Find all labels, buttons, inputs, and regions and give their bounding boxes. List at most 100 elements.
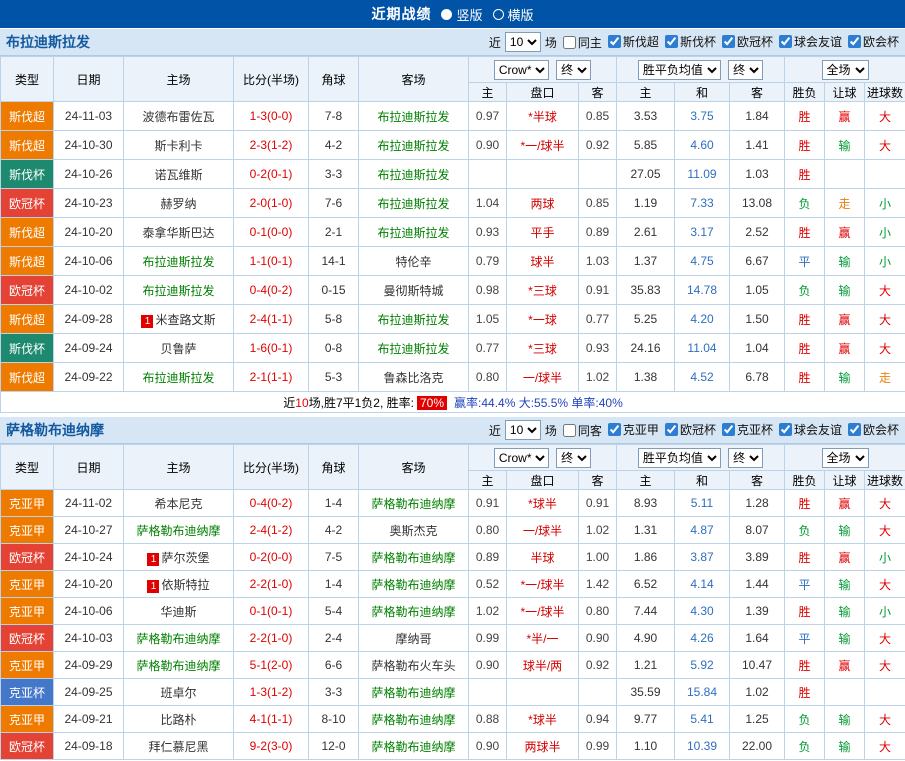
avg-final-select[interactable]: 终	[728, 60, 763, 80]
corners-cell: 12-0	[309, 733, 359, 760]
avg-home-cell: 1.31	[617, 517, 675, 544]
result-goals-cell: 大	[865, 102, 905, 131]
result-handicap-cell	[825, 679, 865, 706]
subcol-avg-away: 客	[730, 83, 785, 102]
avg-home-cell: 2.61	[617, 218, 675, 247]
scope-select[interactable]: 全场	[822, 60, 869, 80]
avg-away-cell: 13.08	[730, 189, 785, 218]
league-filter-checkbox[interactable]: 克亚甲	[608, 421, 659, 438]
league-checkbox-label: 欧会杯	[863, 33, 899, 50]
league-checkbox-input[interactable]	[848, 423, 861, 436]
odds-away-cell: 0.94	[579, 706, 617, 733]
match-row: 斯伐杯24-09-24贝鲁萨1-6(0-1)0-8布拉迪斯拉发0.77*三球0.…	[1, 334, 905, 363]
corners-cell: 0-8	[309, 334, 359, 363]
win-rate-badge: 70%	[417, 396, 447, 410]
same-venue-checkbox[interactable]: 同主	[563, 34, 602, 51]
team-name: 拜仁慕尼黑	[148, 740, 208, 754]
match-type-badge: 斯伐超	[1, 218, 54, 247]
score-cell: 2-1(1-1)	[234, 363, 309, 392]
team-name: 奥斯杰克	[389, 524, 437, 538]
avg-draw-cell: 11.09	[675, 160, 730, 189]
focus-team-name: 布拉迪斯拉发	[377, 168, 449, 182]
result-handicap-cell: 赢	[825, 544, 865, 571]
handicap-cell: *一/球半	[507, 571, 579, 598]
team-name: 华迪斯	[160, 605, 196, 619]
avg-final-select[interactable]: 终	[728, 448, 763, 468]
result-handicap-cell: 赢	[825, 218, 865, 247]
odds-away-cell: 0.77	[579, 305, 617, 334]
odds-company-select[interactable]: Crow*	[494, 448, 549, 468]
away-team-cell: 布拉迪斯拉发	[359, 189, 469, 218]
red-card-badge: 1	[147, 580, 159, 593]
match-count-select[interactable]: 10	[505, 420, 541, 440]
avg-draw-cell: 4.14	[675, 571, 730, 598]
odds-final-select[interactable]: 终	[556, 448, 591, 468]
result-handicap-cell: 赢	[825, 652, 865, 679]
match-type-badge: 斯伐杯	[1, 334, 54, 363]
odds-away-cell	[579, 160, 617, 189]
league-filter-checkbox[interactable]: 球会友谊	[779, 421, 842, 438]
match-count-select[interactable]: 10	[505, 32, 541, 52]
team-name: 1米查路文斯	[141, 313, 215, 327]
avg-home-cell: 1.19	[617, 189, 675, 218]
team-name: 摩纳哥	[395, 632, 431, 646]
league-checkbox-input[interactable]	[779, 35, 792, 48]
layout-radio-vertical[interactable]: 竖版	[441, 5, 482, 24]
result-outcome-cell: 胜	[785, 218, 825, 247]
odds-company-select[interactable]: Crow*	[494, 60, 549, 80]
corners-cell: 7-8	[309, 102, 359, 131]
avg-away-cell: 1.28	[730, 490, 785, 517]
league-checkbox-input[interactable]	[848, 35, 861, 48]
corners-cell: 4-2	[309, 131, 359, 160]
layout-radio-horizontal[interactable]: 横版	[493, 5, 534, 24]
team-name: 特伦辛	[395, 255, 431, 269]
result-goals-cell: 大	[865, 706, 905, 733]
avg-type-select[interactable]: 胜平负均值	[638, 448, 721, 468]
league-checkbox-label: 克亚杯	[737, 421, 773, 438]
result-handicap-cell: 输	[825, 363, 865, 392]
avg-away-cell: 2.52	[730, 218, 785, 247]
match-row: 克亚甲24-10-06华迪斯0-1(0-1)5-4萨格勒布迪纳摩1.02*一/球…	[1, 598, 905, 625]
subcol-handicap: 盘口	[507, 83, 579, 102]
league-filter-checkbox[interactable]: 欧冠杯	[665, 421, 716, 438]
league-checkbox-input[interactable]	[665, 423, 678, 436]
league-filter-checkbox[interactable]: 斯伐超	[608, 33, 659, 50]
odds-home-cell: 0.79	[469, 247, 507, 276]
league-filter-checkbox[interactable]: 球会友谊	[779, 33, 842, 50]
same-venue-checkbox[interactable]: 同客	[563, 422, 602, 439]
focus-team-name: 萨格勒布迪纳摩	[136, 524, 220, 538]
league-filter-checkbox[interactable]: 欧冠杯	[722, 33, 773, 50]
league-filter-checkbox[interactable]: 斯伐杯	[665, 33, 716, 50]
match-type-badge: 斯伐超	[1, 363, 54, 392]
team-name: 萨格勒布火车头	[371, 659, 455, 673]
league-checkbox-input[interactable]	[779, 423, 792, 436]
away-team-cell: 萨格勒布迪纳摩	[359, 679, 469, 706]
league-checkbox-input[interactable]	[665, 35, 678, 48]
match-row: 斯伐超24-09-22布拉迪斯拉发2-1(1-1)5-3鲁森比洛克0.80一/球…	[1, 363, 905, 392]
league-checkbox-input[interactable]	[608, 35, 621, 48]
league-filter-checkbox[interactable]: 欧会杯	[848, 33, 899, 50]
avg-draw-cell: 4.52	[675, 363, 730, 392]
avg-draw-cell: 3.17	[675, 218, 730, 247]
league-checkbox-input[interactable]	[722, 35, 735, 48]
league-checkbox-input[interactable]	[722, 423, 735, 436]
match-type-badge: 欧冠杯	[1, 625, 54, 652]
league-checkbox-input[interactable]	[608, 423, 621, 436]
league-filter-checkbox[interactable]: 克亚杯	[722, 421, 773, 438]
handicap-cell: 球半	[507, 247, 579, 276]
match-type-badge: 克亚甲	[1, 517, 54, 544]
league-filter-checkbox[interactable]: 欧会杯	[848, 421, 899, 438]
result-goals-cell: 小	[865, 247, 905, 276]
odds-home-cell: 0.80	[469, 363, 507, 392]
avg-type-select[interactable]: 胜平负均值	[638, 60, 721, 80]
odds-home-cell	[469, 160, 507, 189]
scope-select[interactable]: 全场	[822, 448, 869, 468]
result-outcome-cell: 胜	[785, 544, 825, 571]
result-outcome-cell: 胜	[785, 305, 825, 334]
away-team-cell: 布拉迪斯拉发	[359, 218, 469, 247]
odds-final-select[interactable]: 终	[556, 60, 591, 80]
result-handicap-cell: 走	[825, 189, 865, 218]
result-outcome-cell: 胜	[785, 102, 825, 131]
avg-draw-cell: 15.84	[675, 679, 730, 706]
focus-team-name: 布拉迪斯拉发	[377, 313, 449, 327]
